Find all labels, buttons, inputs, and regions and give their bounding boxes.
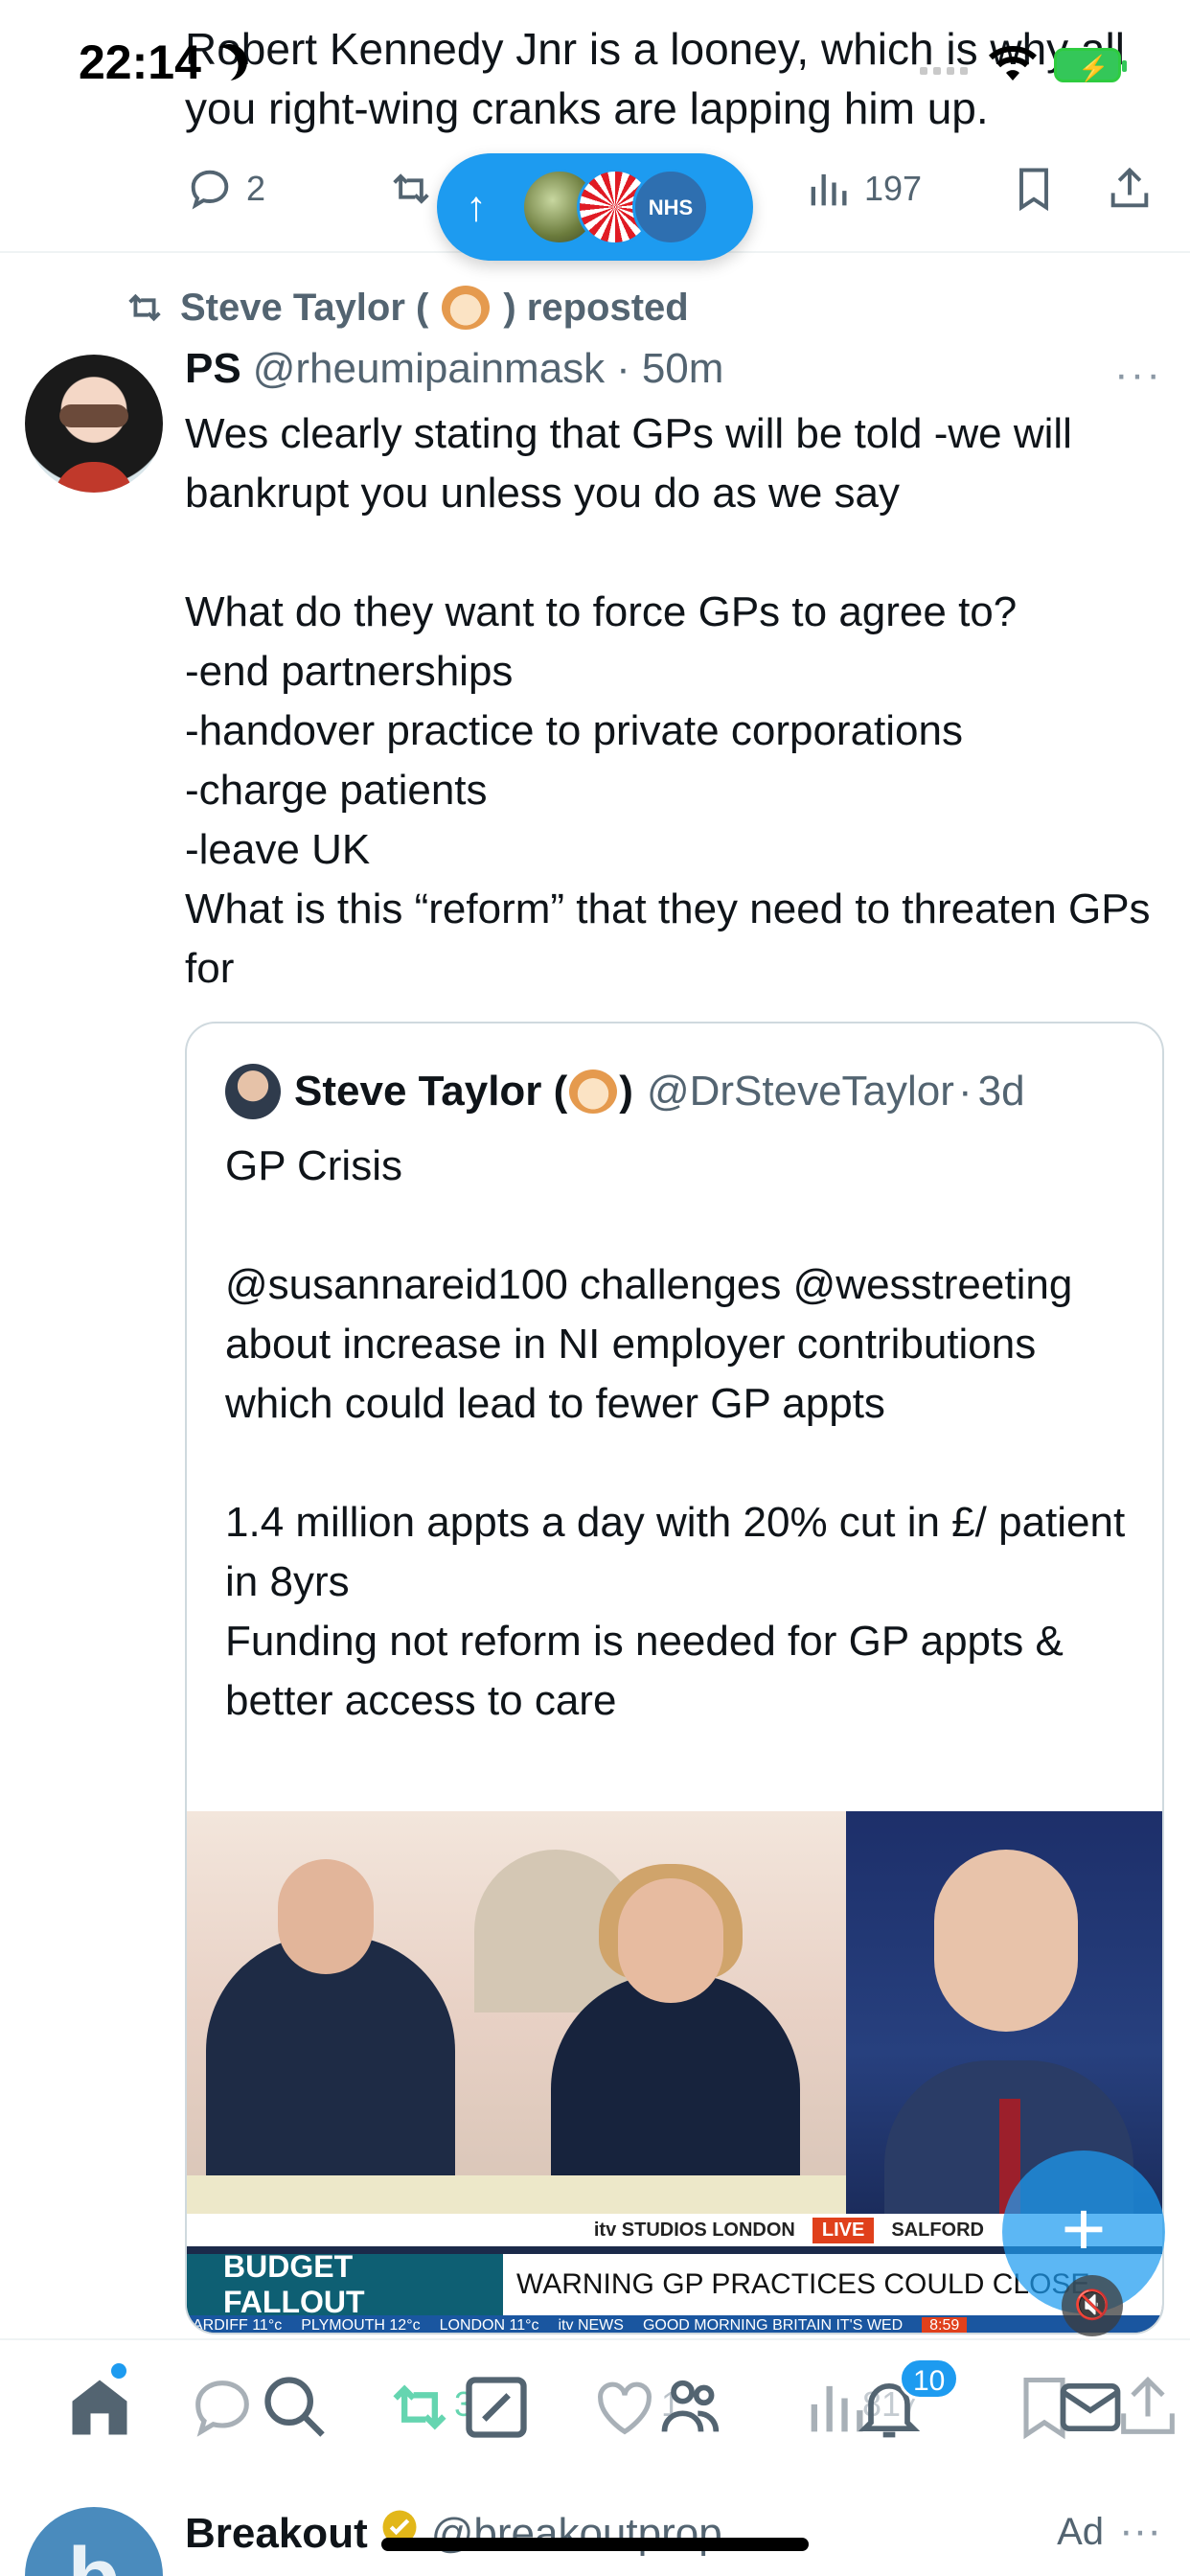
ticker-item: LONDON 11°c — [439, 2317, 539, 2334]
top-tweet-text: Robert Kennedy Jnr is a looney, which is… — [185, 24, 1125, 133]
guest-head — [934, 1850, 1078, 2032]
separator: · — [957, 1068, 973, 1115]
ticker-item: 8:59 — [922, 2317, 968, 2333]
tweet-header: PS @rheumipainmask · 50m — [185, 345, 1162, 404]
avatar[interactable] — [25, 355, 163, 493]
banner-left: BUDGET FALLOUT — [187, 2249, 503, 2319]
home-icon[interactable] — [63, 2371, 136, 2444]
quote-header: Steve Taylor ( ) @DrSteveTaylor · 3d — [225, 1064, 1025, 1119]
mute-icon[interactable]: 🔇 — [1062, 2275, 1123, 2336]
retweet-icon — [393, 2384, 446, 2430]
views-icon — [811, 173, 847, 206]
home-badge-dot — [111, 2363, 126, 2379]
presenter-left — [206, 1936, 455, 2214]
home-indicator[interactable] — [381, 2538, 809, 2551]
tweet-text: Wes clearly stating that GPs will be tol… — [185, 410, 1151, 992]
presenter-left-head — [278, 1859, 374, 1974]
reply-button[interactable]: 2 — [185, 164, 265, 214]
ad-tweet[interactable]: b Breakout @breakoutprop Ad ··· — [0, 2472, 1190, 2576]
main-tweet[interactable]: PS @rheumipainmask · 50m ··· Wes clearly… — [185, 345, 1162, 999]
quoted-tweet[interactable]: Steve Taylor ( ) @DrSteveTaylor · 3d GP … — [185, 1022, 1164, 2334]
avatar — [225, 1064, 281, 1119]
communities-icon[interactable] — [655, 2371, 728, 2444]
bottom-nav: 3 1 817 10 — [0, 2338, 1190, 2472]
quote-time: 3d — [977, 1068, 1025, 1115]
arrow-up-icon: ↑ — [466, 183, 487, 230]
retweet-icon — [128, 293, 161, 322]
views-count: 197 — [864, 169, 923, 208]
bookmark-icon — [1019, 168, 1048, 212]
strip-right: SALFORD — [891, 2219, 984, 2241]
quote-author-name-post: ) — [619, 1068, 633, 1115]
author-handle[interactable]: @rheumipainmask — [253, 345, 605, 393]
quote-author-handle: @DrSteveTaylor — [646, 1068, 954, 1115]
compose-icon[interactable] — [460, 2371, 533, 2444]
ad-label: Ad — [1057, 2511, 1104, 2553]
tweet-time: 50m — [641, 345, 724, 392]
reply-count: 2 — [246, 169, 266, 208]
live-badge: LIVE — [812, 2217, 875, 2243]
strip-location: itv STUDIOS LONDON — [593, 2219, 795, 2241]
hamster-emoji-icon — [442, 286, 491, 330]
repost-label-pre: Steve Taylor ( — [180, 286, 429, 329]
ad-author-name[interactable]: Breakout — [185, 2510, 368, 2558]
studio-desk — [187, 2175, 846, 2214]
hamster-emoji-icon — [569, 1070, 618, 1114]
ticker-item: ARDIFF 11°c — [193, 2317, 283, 2334]
quote-text: GP Crisis @susannareid100 challenges @we… — [225, 1142, 1126, 1724]
retweet-button[interactable] — [386, 164, 436, 214]
avatar[interactable]: b — [25, 2507, 163, 2576]
bookmark-button[interactable] — [1009, 164, 1059, 214]
presenter-right-head — [618, 1878, 723, 2003]
share-icon — [1121, 2376, 1175, 2434]
new-posts-pill[interactable]: ↑ NHS — [437, 153, 753, 261]
share-button[interactable] — [1105, 164, 1155, 214]
notifications-badge: 10 — [899, 2358, 960, 2400]
reply-icon — [195, 2380, 249, 2437]
ticker-item: GOOD MORNING BRITAIN IT'S WED — [642, 2317, 904, 2334]
views-button[interactable]: 197 — [803, 164, 922, 214]
repost-header[interactable]: Steve Taylor ( ) reposted — [123, 286, 689, 330]
ticker: ARDIFF 11°c PLYMOUTH 12°c LONDON 11°c it… — [187, 2315, 1162, 2334]
retweet-icon — [393, 173, 429, 204]
reply-icon — [191, 170, 229, 210]
author-name[interactable]: PS — [185, 345, 241, 393]
like-icon — [598, 2381, 652, 2435]
more-options-icon[interactable]: ··· — [1114, 351, 1162, 399]
status-time: 22:14 — [79, 35, 201, 89]
separator: · — [616, 345, 630, 392]
repost-label-post: ) reposted — [503, 286, 689, 329]
ticker-item: PLYMOUTH 12°c — [301, 2317, 421, 2334]
search-icon[interactable] — [259, 2371, 332, 2444]
quote-author-name-pre: Steve Taylor ( — [294, 1068, 568, 1115]
more-options-icon[interactable]: ··· — [1119, 2507, 1161, 2555]
pill-avatar: NHS — [632, 169, 709, 245]
top-tweet[interactable]: Robert Kennedy Jnr is a looney, which is… — [185, 19, 1162, 138]
ticker-item: itv NEWS — [558, 2317, 624, 2334]
share-icon — [1110, 167, 1149, 208]
